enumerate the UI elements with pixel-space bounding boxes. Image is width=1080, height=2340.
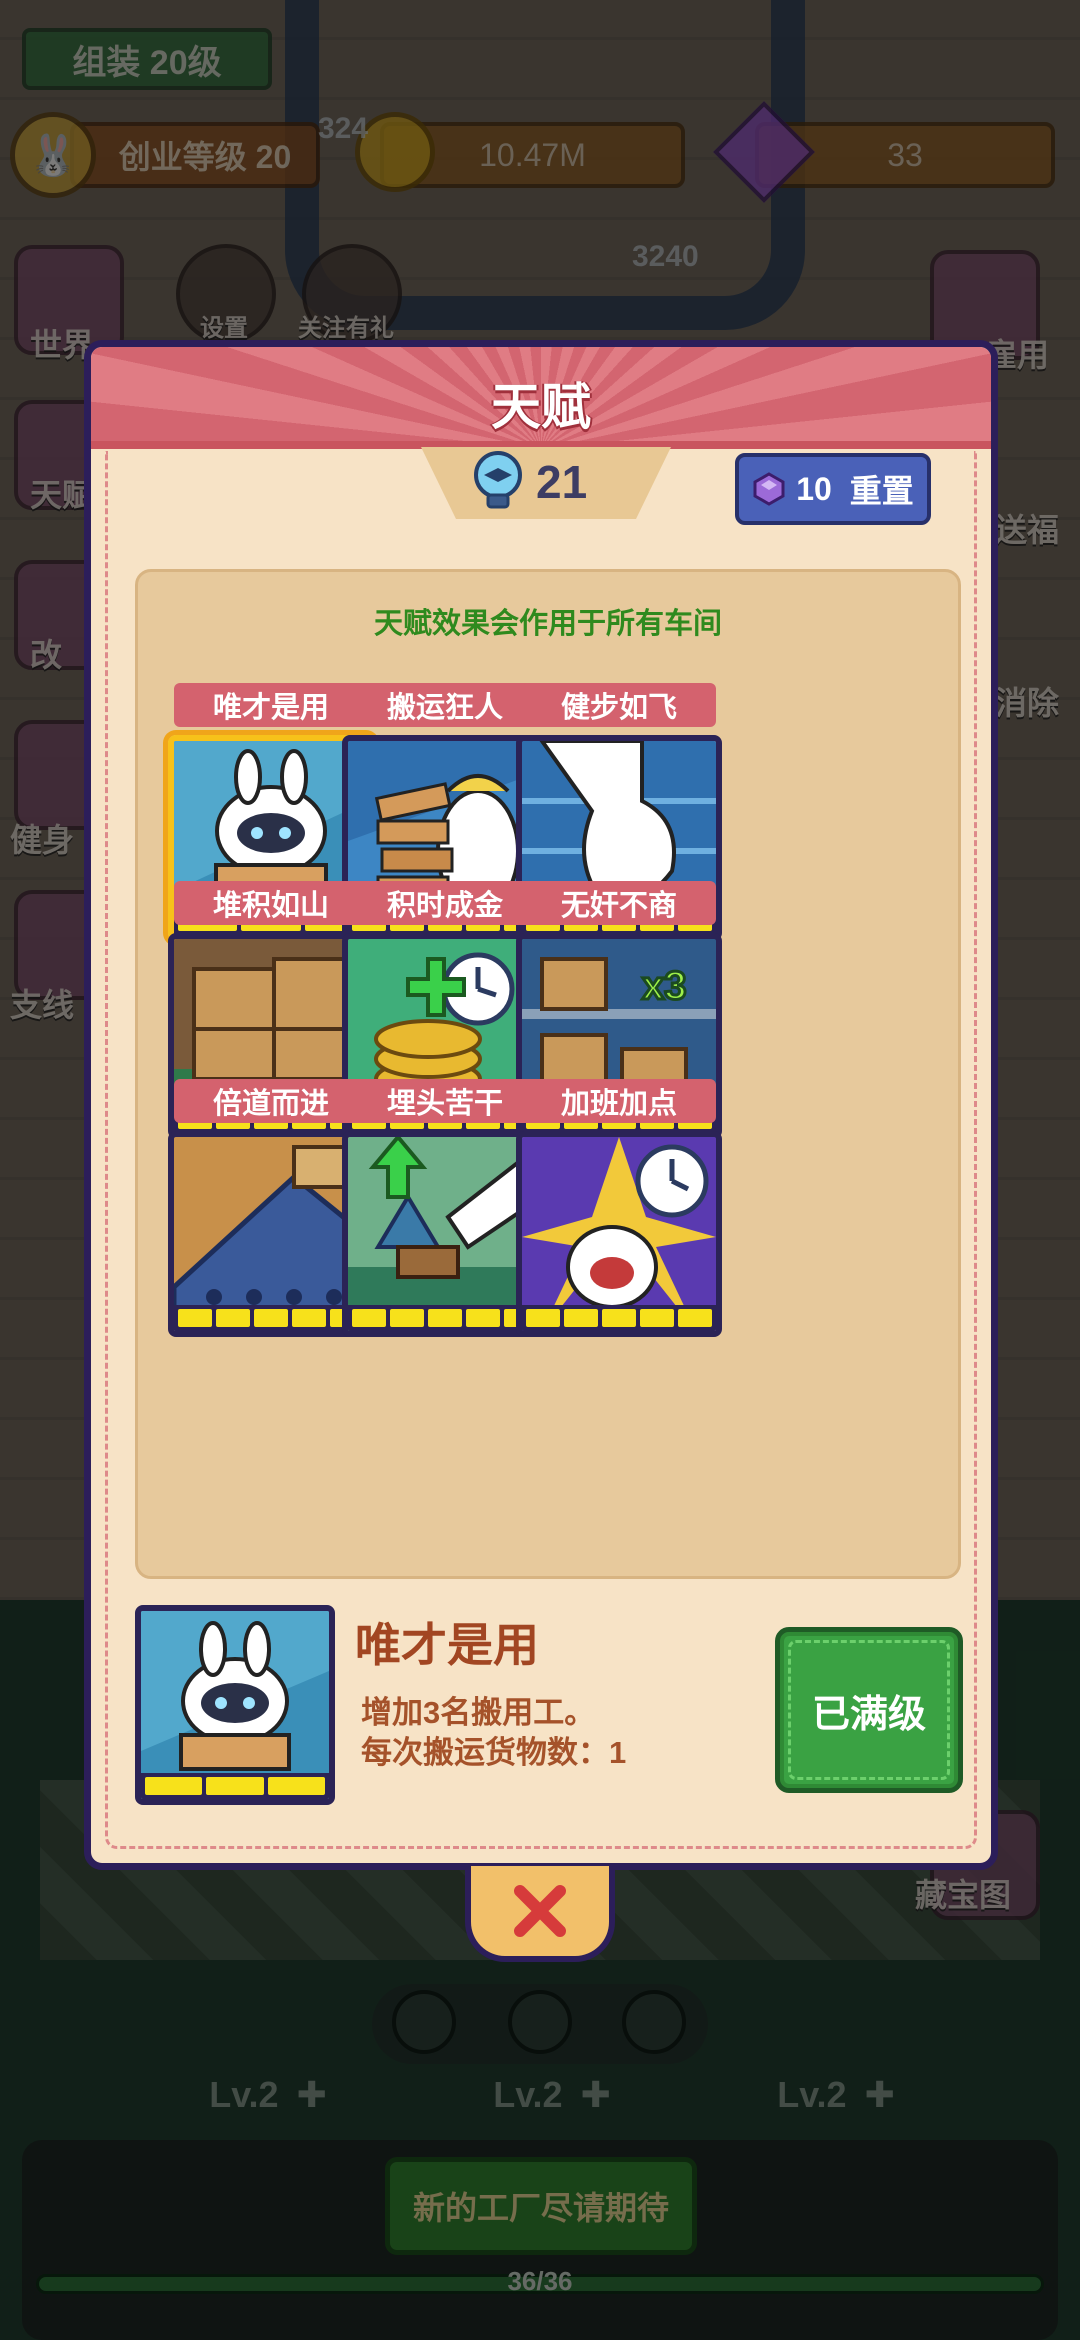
level-pip bbox=[390, 1309, 424, 1327]
description-line: 每次搬运货物数：1 bbox=[361, 1735, 627, 1770]
reset-cost: 10 bbox=[796, 470, 832, 507]
bunny-robot-icon bbox=[141, 1611, 329, 1799]
level-pip bbox=[352, 1309, 386, 1327]
lightbulb-icon bbox=[474, 451, 522, 509]
talent-dialog: 天赋 21 10 重置 天赋效果会作用于所有车间 唯才是用 搬运狂人 健步如飞 堆积如… bbox=[84, 340, 998, 1870]
level-pip bbox=[145, 1777, 203, 1795]
talent-card[interactable] bbox=[516, 1131, 722, 1337]
level-pip bbox=[678, 1309, 712, 1327]
reset-button[interactable]: 10 重置 bbox=[735, 453, 931, 525]
maxed-level-button[interactable]: 已满级 bbox=[775, 1627, 963, 1793]
level-pip bbox=[466, 1309, 500, 1327]
level-pips bbox=[141, 1773, 329, 1799]
level-pip bbox=[206, 1777, 264, 1795]
talent-points-value: 21 bbox=[536, 456, 588, 508]
level-pip bbox=[640, 1309, 674, 1327]
selected-talent-description: 增加3名搬用工。 每次搬运货物数：1 bbox=[361, 1693, 626, 1773]
description-line: 增加3名搬用工。 bbox=[361, 1695, 596, 1730]
level-pip bbox=[216, 1309, 250, 1327]
dialog-title: 天赋 bbox=[491, 379, 591, 435]
level-pips bbox=[522, 1305, 716, 1331]
talent-note: 天赋效果会作用于所有车间 bbox=[373, 608, 722, 640]
level-pips bbox=[348, 1305, 542, 1331]
talent-name-tag: 积时成金 bbox=[348, 881, 542, 925]
level-pip bbox=[526, 1309, 560, 1327]
talent-name-tag: 唯才是用 bbox=[174, 683, 368, 727]
svg-text:x3: x3 bbox=[642, 964, 687, 1008]
talent-name-tag: 倍道而进 bbox=[174, 1079, 368, 1123]
maxed-level-label: 已满级 bbox=[811, 1693, 926, 1736]
level-pip bbox=[564, 1309, 598, 1327]
level-pip bbox=[178, 1309, 212, 1327]
talent-name-tag: 加班加点 bbox=[522, 1079, 716, 1123]
hammer-upgrade-icon bbox=[348, 1137, 542, 1331]
talent-slot[interactable]: 加班加点 bbox=[516, 1079, 722, 1339]
level-pip bbox=[254, 1309, 288, 1327]
talent-name-tag: 健步如飞 bbox=[522, 683, 716, 727]
level-pip bbox=[602, 1309, 636, 1327]
reset-label: 重置 bbox=[849, 473, 914, 509]
talent-name-tag: 无奸不商 bbox=[522, 881, 716, 925]
overtime-clock-icon bbox=[522, 1137, 716, 1331]
talent-name-tag: 埋头苦干 bbox=[348, 1079, 542, 1123]
talent-name-tag: 堆积如山 bbox=[174, 881, 368, 925]
talent-name-tag: 搬运狂人 bbox=[348, 683, 542, 727]
level-pip bbox=[267, 1777, 325, 1795]
conveyor-icon bbox=[174, 1137, 368, 1331]
level-pip bbox=[292, 1309, 326, 1327]
level-pips bbox=[174, 1305, 368, 1331]
level-pip bbox=[428, 1309, 462, 1327]
close-icon bbox=[514, 1885, 566, 1937]
selected-talent-name: 唯才是用 bbox=[355, 1619, 539, 1671]
selected-talent-image bbox=[135, 1605, 335, 1805]
gem-icon bbox=[753, 472, 785, 506]
close-dialog-button[interactable] bbox=[465, 1866, 615, 1962]
